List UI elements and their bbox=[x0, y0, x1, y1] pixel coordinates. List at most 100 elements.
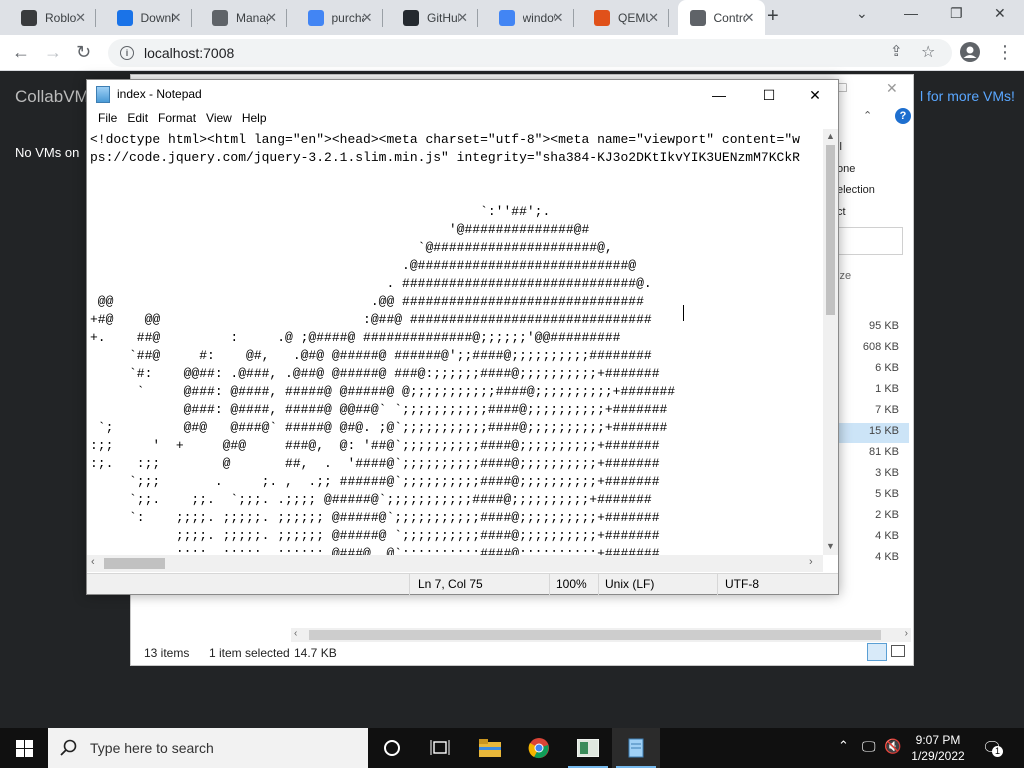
details-view-icon[interactable] bbox=[867, 643, 887, 661]
search-icon bbox=[60, 739, 77, 756]
download-page-icon bbox=[116, 9, 133, 26]
remote-desktop-taskbar-icon[interactable] bbox=[564, 728, 612, 768]
tab-separator bbox=[381, 9, 383, 27]
tab-title: Roblox bbox=[45, 10, 77, 25]
forward-button[interactable]: → bbox=[44, 42, 62, 63]
notepad-maximize-button[interactable]: ☐ bbox=[746, 83, 792, 107]
tab-separator bbox=[477, 9, 478, 27]
explorer-close-button[interactable]: ✕ bbox=[886, 80, 898, 97]
site-info-icon[interactable]: i bbox=[120, 46, 134, 60]
tab-separator bbox=[572, 9, 574, 27]
close-tab-icon[interactable]: ✕ bbox=[75, 10, 86, 26]
browser-tab[interactable]: windows✕ bbox=[487, 0, 574, 35]
ribbon-collapse-icon[interactable]: ⌃ bbox=[863, 109, 872, 122]
address-bar[interactable]: i localhost:7008 bbox=[108, 39, 952, 67]
start-button[interactable] bbox=[0, 728, 48, 768]
close-browser-button[interactable]: ✕ bbox=[994, 5, 1006, 22]
menu-edit[interactable]: Edit bbox=[122, 109, 153, 129]
notepad-close-button[interactable]: ✕ bbox=[792, 83, 838, 107]
select-none-button[interactable]: one bbox=[837, 159, 875, 181]
close-tab-icon[interactable]: ✕ bbox=[266, 10, 277, 26]
notepad-horizontal-scrollbar[interactable]: ‹ › bbox=[87, 555, 823, 572]
vertical-scroll-thumb[interactable] bbox=[826, 145, 835, 315]
file-size-cell: 4 KB bbox=[875, 551, 899, 563]
ribbon-select-group: ll one election ct bbox=[837, 137, 875, 223]
select-all-button[interactable]: ll bbox=[837, 137, 875, 159]
scroll-right-icon[interactable]: › bbox=[809, 556, 813, 568]
menu-format[interactable]: Format bbox=[153, 109, 201, 129]
file-explorer-taskbar-icon[interactable] bbox=[466, 728, 514, 768]
explorer-search-box[interactable] bbox=[837, 227, 903, 255]
network-icon[interactable]: 🖵 bbox=[862, 738, 876, 755]
scroll-left-icon[interactable]: ‹ bbox=[91, 556, 95, 568]
text-caret bbox=[683, 305, 684, 321]
tab-separator bbox=[95, 9, 96, 27]
back-button[interactable]: ← bbox=[12, 42, 30, 63]
taskbar-search-box[interactable]: Type here to search bbox=[48, 728, 368, 768]
close-tab-icon[interactable]: ✕ bbox=[362, 10, 373, 26]
tab-title: GitHub bbox=[427, 10, 459, 25]
close-tab-icon[interactable]: ✕ bbox=[553, 10, 564, 26]
browser-tab[interactable]: Downloads✕ bbox=[105, 0, 192, 35]
notepad-text-area[interactable]: <!doctype html><html lang="en"><head><me… bbox=[87, 129, 823, 555]
browser-tab[interactable]: purchase✕ bbox=[296, 0, 383, 35]
more-vms-link[interactable]: l for more VMs! bbox=[920, 88, 1015, 104]
volume-muted-icon[interactable]: 🔇 bbox=[884, 738, 901, 755]
globe-icon bbox=[689, 9, 706, 26]
tab-title: Manage bbox=[236, 10, 268, 25]
browser-tab[interactable]: Manage✕ bbox=[200, 0, 287, 35]
browser-tab[interactable]: GitHub✕ bbox=[391, 0, 478, 35]
document-text[interactable]: <!doctype html><html lang="en"><head><me… bbox=[87, 129, 823, 555]
notepad-status-bar: Ln 7, Col 75 100% Unix (LF) UTF-8 bbox=[87, 573, 838, 595]
file-size-cell: 1 KB bbox=[875, 383, 899, 395]
browser-tab[interactable]: QEMU ✕ bbox=[582, 0, 669, 35]
scroll-up-icon[interactable]: ▲ bbox=[826, 131, 835, 141]
reload-button[interactable]: ↻ bbox=[76, 42, 91, 63]
notepad-minimize-button[interactable]: — bbox=[696, 83, 742, 107]
notepad-icon bbox=[96, 86, 110, 103]
task-view-icon[interactable] bbox=[416, 728, 464, 768]
horizontal-scroll-thumb[interactable] bbox=[104, 558, 165, 569]
close-tab-icon[interactable]: ✕ bbox=[648, 10, 659, 26]
close-tab-icon[interactable]: ✕ bbox=[171, 10, 182, 26]
invert-selection-button[interactable]: election bbox=[837, 180, 875, 202]
scroll-left-icon[interactable]: ‹ bbox=[294, 628, 297, 639]
file-size-cell: 81 KB bbox=[869, 446, 899, 458]
taskbar-clock[interactable]: 9:07 PM 1/29/2022 bbox=[906, 732, 970, 764]
notepad-vertical-scrollbar[interactable]: ▲ ▼ bbox=[823, 129, 838, 555]
tab-search-chevron-icon[interactable]: ⌄ bbox=[856, 5, 868, 22]
menu-help[interactable]: Help bbox=[237, 109, 272, 129]
menu-file[interactable]: File bbox=[93, 109, 122, 129]
profile-avatar[interactable] bbox=[960, 42, 980, 67]
bookmark-star-icon[interactable]: ☆ bbox=[921, 42, 935, 62]
no-vms-message: No VMs on bbox=[15, 145, 80, 160]
notepad-titlebar[interactable]: index - Notepad — ☐ ✕ bbox=[87, 80, 838, 109]
close-tab-icon[interactable]: ✕ bbox=[744, 10, 755, 26]
chrome-taskbar-icon[interactable] bbox=[515, 728, 563, 768]
browser-tab[interactable]: Control✕ bbox=[677, 0, 765, 35]
notepad-taskbar-icon[interactable] bbox=[612, 728, 660, 768]
explorer-horizontal-scrollbar[interactable]: ‹ › bbox=[291, 628, 911, 642]
new-tab-button[interactable]: + bbox=[767, 5, 779, 28]
file-size-cell: 95 KB bbox=[869, 320, 899, 332]
cortana-icon[interactable] bbox=[368, 728, 416, 768]
large-icons-view-icon[interactable] bbox=[891, 645, 905, 657]
size-column-header[interactable]: ize bbox=[837, 270, 851, 282]
file-size-cell: 608 KB bbox=[862, 341, 899, 353]
show-hidden-icons-chevron-icon[interactable]: ⌃ bbox=[838, 738, 849, 754]
notifications-button[interactable]: 🗨 1 bbox=[982, 738, 1003, 758]
restore-browser-button[interactable]: ❐ bbox=[950, 5, 963, 22]
scroll-right-icon[interactable]: › bbox=[905, 628, 908, 639]
close-tab-icon[interactable]: ✕ bbox=[457, 10, 468, 26]
menu-view[interactable]: View bbox=[201, 109, 237, 129]
browser-tab[interactable]: Roblox✕ bbox=[9, 0, 96, 35]
file-size-cell: 5 KB bbox=[875, 488, 899, 500]
scrollbar-thumb[interactable] bbox=[309, 630, 881, 640]
help-icon[interactable]: ? bbox=[895, 108, 911, 124]
minimize-browser-button[interactable]: — bbox=[904, 5, 918, 21]
share-icon[interactable]: ⇪ bbox=[890, 42, 903, 60]
browser-menu-icon[interactable]: ⋮ bbox=[996, 42, 1014, 63]
tab-separator bbox=[668, 9, 669, 27]
page-title[interactable]: CollabVM bbox=[15, 87, 89, 107]
scroll-down-icon[interactable]: ▼ bbox=[826, 541, 835, 551]
